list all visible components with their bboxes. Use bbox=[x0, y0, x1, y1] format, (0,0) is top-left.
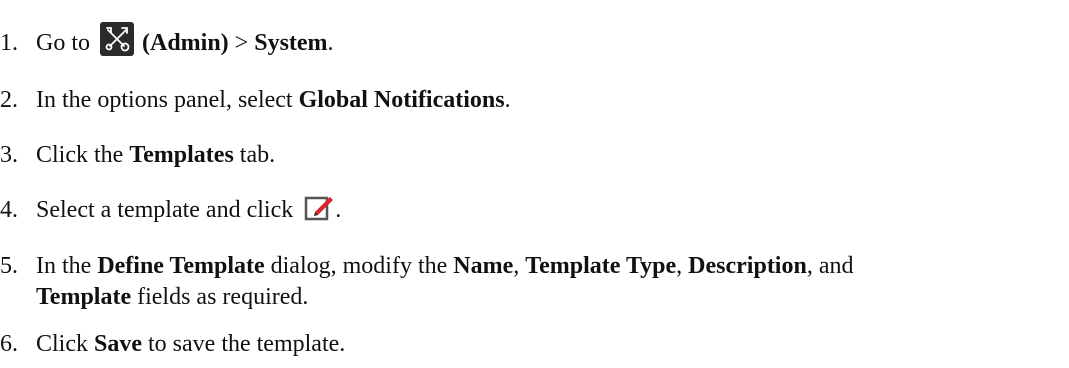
step-number: 4. bbox=[0, 197, 18, 223]
step-text: , bbox=[676, 253, 689, 279]
name-field-label: Name bbox=[453, 253, 514, 279]
template-type-field-label: Template Type bbox=[525, 253, 677, 279]
step-number: 1. bbox=[0, 30, 18, 56]
define-template-label: Define Template bbox=[97, 253, 265, 279]
step-text: , and bbox=[806, 253, 854, 279]
step-5-continuation: Template fields as required. bbox=[0, 280, 308, 314]
step-text: Select a template and click bbox=[36, 197, 300, 223]
templates-tab-label: Templates bbox=[129, 142, 234, 168]
step-text: . bbox=[335, 197, 342, 223]
step-text: Click the bbox=[36, 142, 130, 168]
edit-icon bbox=[303, 192, 335, 222]
step-6: 6. Click Save to save the template. bbox=[0, 327, 345, 361]
step-5: 5. In the Define Template dialog, modify … bbox=[0, 249, 853, 283]
admin-label: (Admin) bbox=[142, 30, 229, 56]
step-text: . bbox=[504, 87, 511, 113]
step-number: 3. bbox=[0, 142, 18, 168]
system-label: System bbox=[254, 30, 328, 56]
save-label: Save bbox=[94, 331, 142, 357]
step-number: 2. bbox=[0, 87, 18, 113]
step-4: 4. Select a template and click . bbox=[0, 192, 341, 227]
step-text: to save the template. bbox=[142, 331, 346, 357]
step-text: . bbox=[327, 30, 334, 56]
description-field-label: Description bbox=[688, 253, 807, 279]
step-text: tab. bbox=[233, 142, 276, 168]
step-text: , bbox=[513, 253, 526, 279]
step-text: In the bbox=[36, 253, 98, 279]
step-text: dialog, modify the bbox=[264, 253, 454, 279]
admin-tools-icon bbox=[100, 22, 134, 56]
template-field-label: Template bbox=[36, 284, 132, 310]
step-3: 3. Click the Templates tab. bbox=[0, 138, 275, 172]
step-text: Click bbox=[36, 331, 94, 357]
step-text: fields as required. bbox=[131, 284, 309, 310]
step-text: Go to bbox=[36, 30, 96, 56]
step-number: 6. bbox=[0, 331, 18, 357]
step-number: 5. bbox=[0, 253, 18, 279]
step-text: In the options panel, select bbox=[36, 87, 299, 113]
global-notifications-label: Global Notifications bbox=[298, 87, 505, 113]
step-2: 2. In the options panel, select Global No… bbox=[0, 83, 511, 117]
step-1: 1. Go to (Admin) > System. bbox=[0, 22, 334, 60]
step-text: > bbox=[228, 30, 255, 56]
